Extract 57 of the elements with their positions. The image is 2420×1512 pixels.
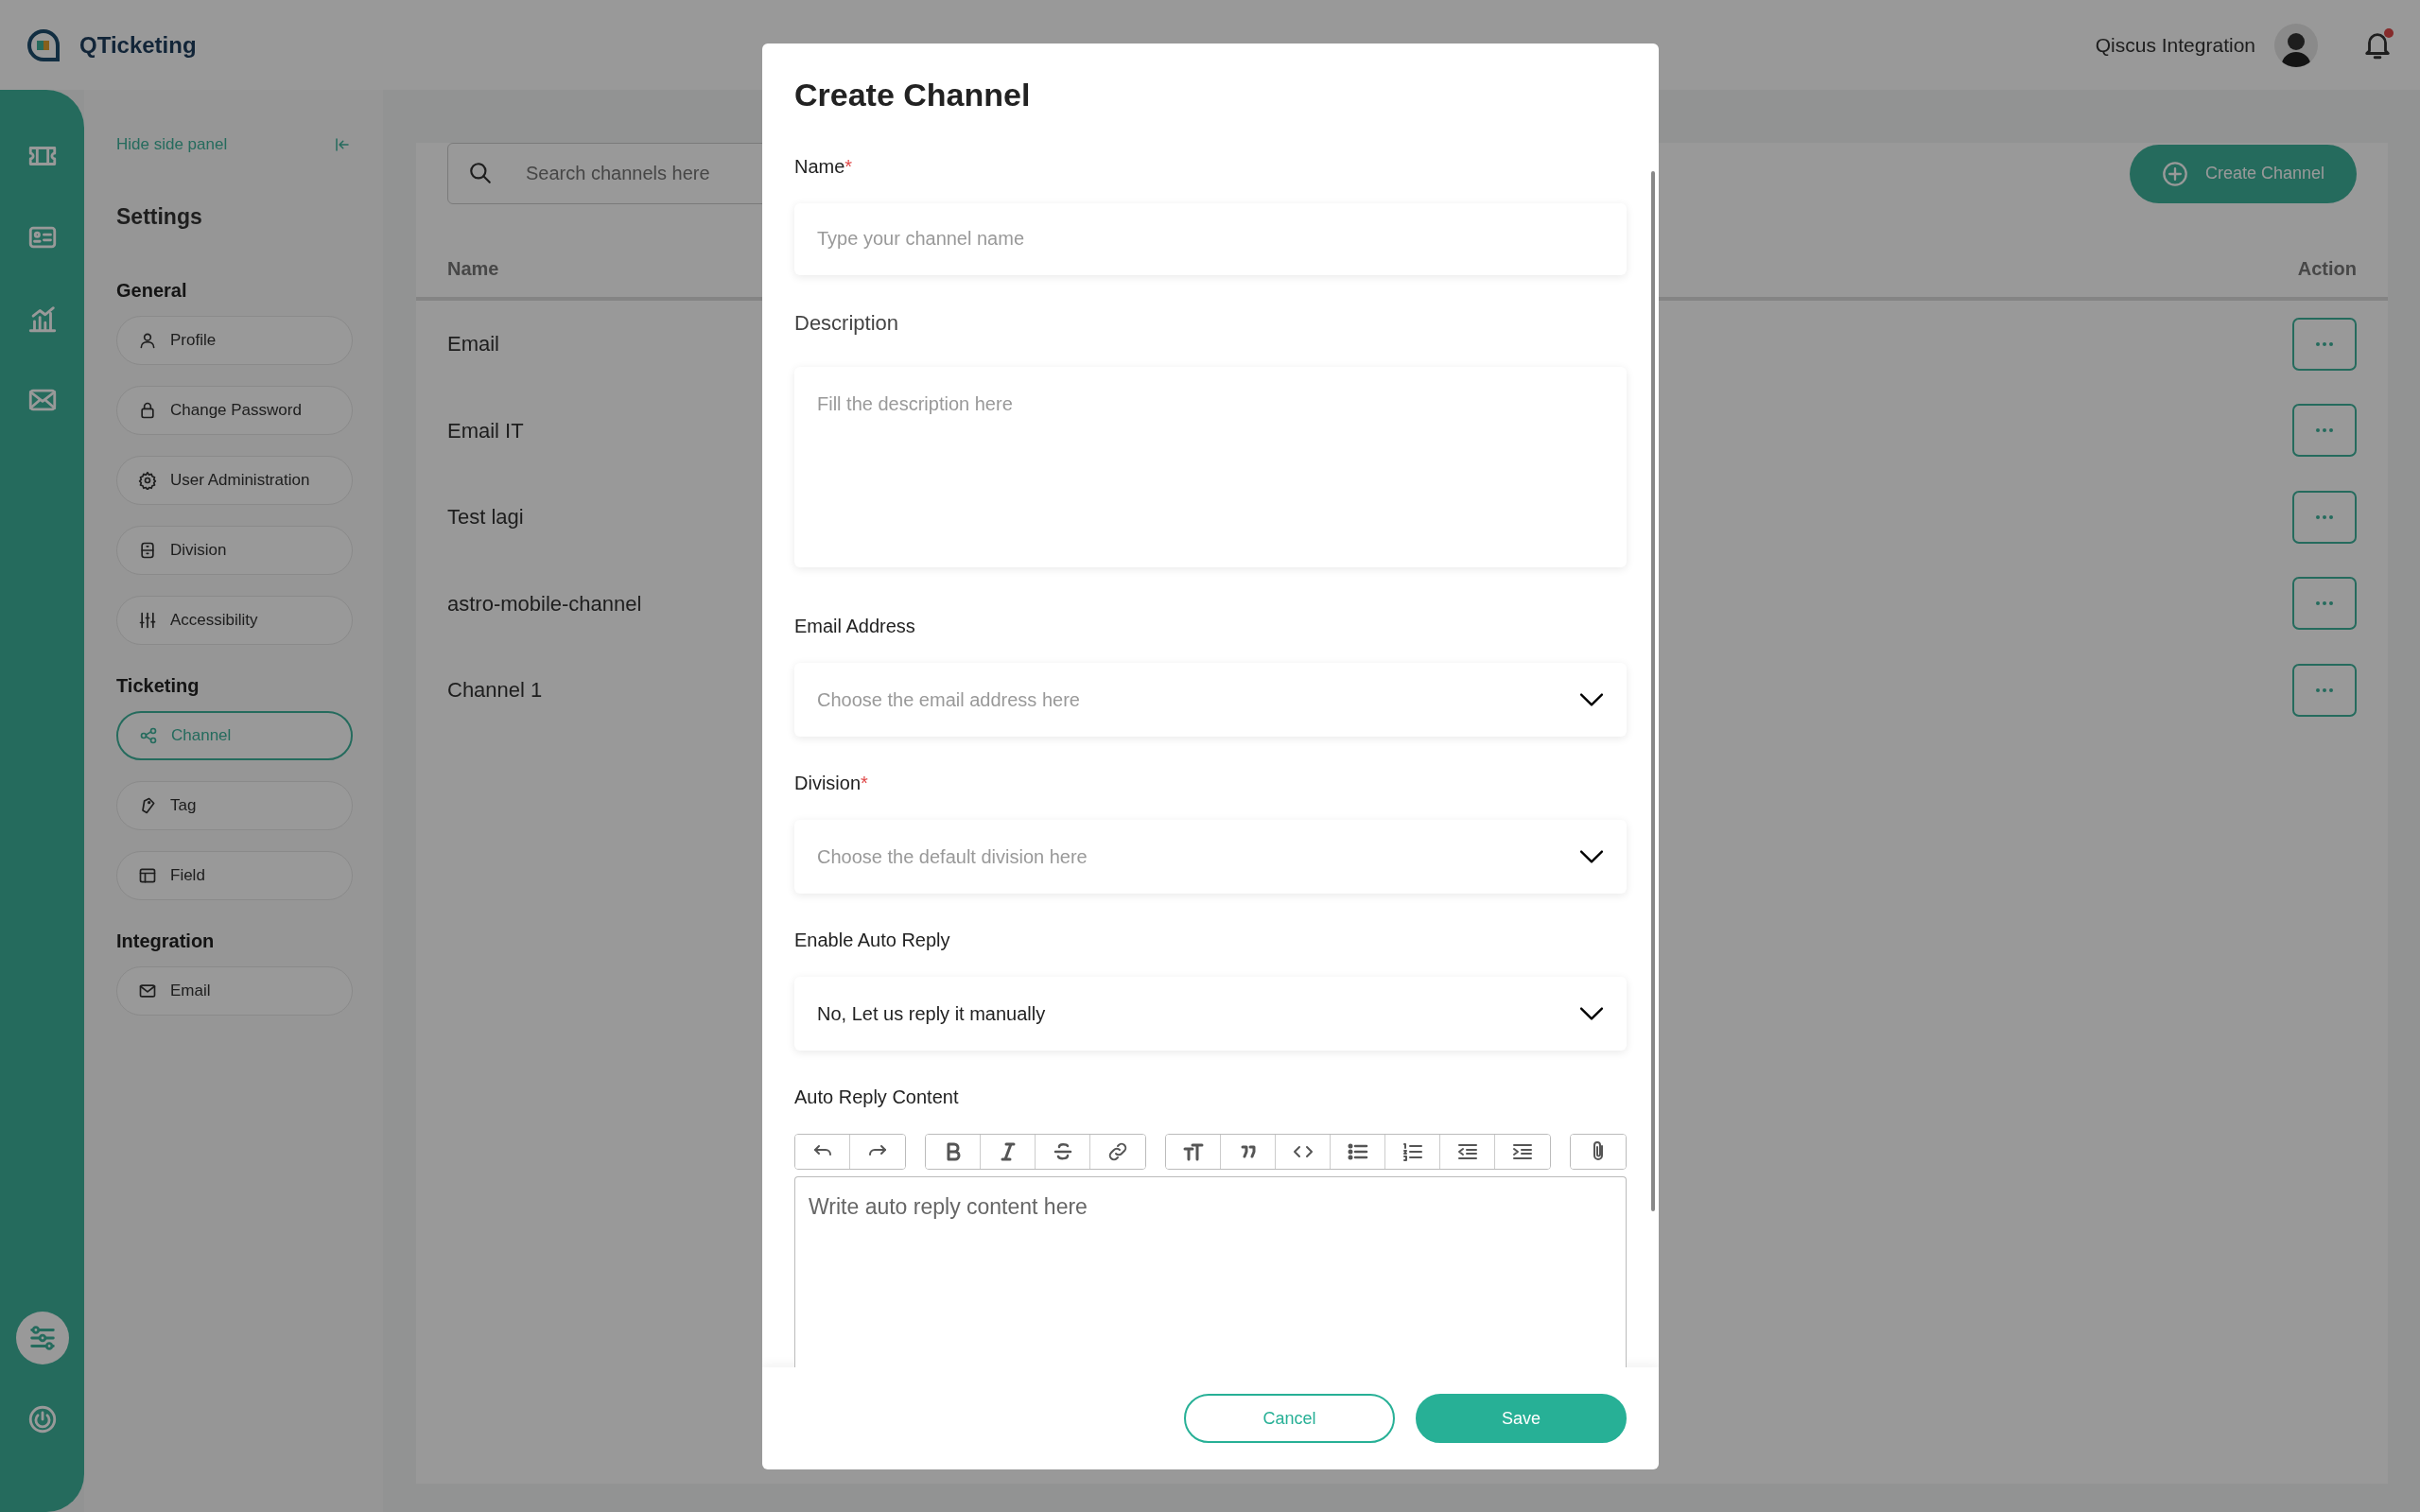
scrollbar[interactable] [1651,171,1655,1211]
chevron-down-icon [1579,1006,1604,1020]
table-cell-text: Email [447,331,499,358]
settings-menu-item[interactable]: Change Password [116,386,353,435]
panel-title: Settings [116,202,203,231]
undo-button[interactable] [795,1134,850,1169]
chevron-down-icon [1579,849,1604,863]
table-cell-text: Channel 1 [447,677,543,704]
chevron-down-icon [1579,692,1604,706]
dots-icon [2316,687,2333,692]
required-asterisk: * [844,155,853,177]
description-textarea[interactable]: Fill the description here [794,366,1627,567]
envelope-icon [138,982,157,1000]
settings-menu-item[interactable]: Accessibility [116,596,353,645]
settings-menu-item[interactable]: Tag [116,781,353,830]
table-cell-text: astro-mobile-channel [447,590,642,617]
field-label: Auto Reply Content [794,1085,960,1109]
settings-menu-item[interactable]: Email [116,966,353,1016]
required-asterisk: * [861,772,868,793]
layout-icon [138,866,157,885]
attach-button[interactable] [1571,1134,1626,1169]
dots-icon [2316,341,2333,346]
avatar-icon[interactable] [2274,23,2318,67]
table-cell-text: Test lagi [447,504,524,531]
dialog-title: Create Channel [794,76,1032,114]
auto-reply-editor[interactable]: Write auto reply content here [794,1175,1627,1367]
section-heading: Ticketing [116,674,200,698]
padlock-icon [138,401,157,420]
dots-icon [2316,428,2333,433]
section-heading: General [116,279,188,303]
settings-menu-item[interactable]: Profile [116,316,353,365]
dots-icon [2316,601,2333,606]
bold-button[interactable] [926,1134,981,1169]
column-header: Name [447,257,499,281]
table-cell-text: Email IT [447,417,524,444]
settings-menu-item[interactable]: Field [116,851,353,900]
field-label: Enable Auto Reply [794,928,951,952]
logo-icon [26,27,61,62]
name-input[interactable]: Type your channel name [794,202,1627,275]
dropdown-select[interactable]: No, Let us reply it manually [794,976,1627,1051]
app-title: QTicketing [79,30,197,60]
field-label: Email Address [794,614,916,638]
user-name: Qiscus Integration [2095,32,2255,58]
dots-icon [2316,514,2333,519]
share-icon [139,726,158,745]
field-label: Name* [794,154,854,179]
section-heading: Integration [116,930,216,953]
collapse-arrow-icon [334,135,351,153]
heading-button[interactable] [1166,1134,1221,1169]
field-label: Description [794,309,900,337]
plus-circle-icon [2161,160,2188,187]
field-label: Division* [794,771,869,795]
settings-menu-item[interactable]: Division [116,526,353,575]
column-header: Action [2297,257,2357,281]
settings-menu-item[interactable]: User Administration [116,456,353,505]
sliders-icon [138,611,157,630]
person-icon [138,331,157,350]
